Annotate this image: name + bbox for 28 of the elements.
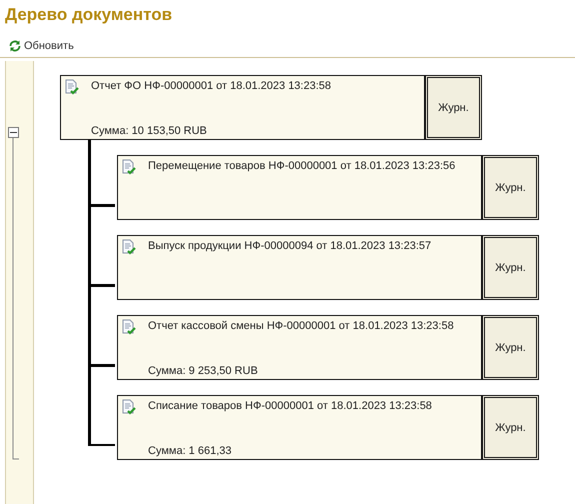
document-title: Перемещение товаров НФ-00000001 от 18.01.2023 13:23:56: [148, 160, 456, 172]
document-icon: [122, 399, 136, 415]
document-title: Отчет ФО НФ-00000001 от 18.01.2023 13:23:58: [91, 80, 332, 92]
page-title: Дерево документов: [4, 4, 174, 26]
document-card[interactable]: Перемещение товаров НФ-00000001 от 18.01.2023 13:23:56: [117, 155, 482, 220]
document-title: Выпуск продукции НФ-00000094 от 18.01.2023 13:23:57: [148, 240, 432, 252]
document-card[interactable]: Списание товаров НФ-00000001 от 18.01.2023 13:23:58 Сумма: 1 661,33: [117, 395, 482, 460]
document-title: Отчет кассовой смены НФ-00000001 от 18.01.2023 13:23:58: [148, 320, 455, 332]
document-sum: Сумма: 9 253,50 RUB: [148, 365, 259, 377]
journal-button[interactable]: Журн.: [482, 235, 539, 300]
document-title: Списание товаров НФ-00000001 от 18.01.2023 13:23:58: [148, 400, 433, 412]
journal-button[interactable]: Журн.: [482, 395, 539, 460]
document-card[interactable]: Выпуск продукции НФ-00000094 от 18.01.2023 13:23:57: [117, 235, 482, 300]
document-card[interactable]: Отчет кассовой смены НФ-00000001 от 18.01.2023 13:23:58 Сумма: 9 253,50 RUB: [117, 315, 482, 380]
minus-icon: [10, 129, 17, 136]
refresh-button[interactable]: Обновить: [8, 38, 74, 54]
document-icon: [65, 79, 79, 95]
document-sum: Сумма: 1 661,33: [148, 445, 232, 457]
document-icon: [122, 239, 136, 255]
document-icon: [122, 159, 136, 175]
document-sum: Сумма: 10 153,50 RUB: [91, 125, 208, 137]
journal-button[interactable]: Журн.: [425, 75, 482, 140]
journal-button[interactable]: Журн.: [482, 315, 539, 380]
document-card[interactable]: Отчет ФО НФ-00000001 от 18.01.2023 13:23:58 Сумма: 10 153,50 RUB: [60, 75, 425, 140]
journal-button[interactable]: Журн.: [482, 155, 539, 220]
refresh-icon: [8, 40, 22, 52]
document-icon: [122, 319, 136, 335]
collapse-toggle[interactable]: [8, 127, 19, 138]
